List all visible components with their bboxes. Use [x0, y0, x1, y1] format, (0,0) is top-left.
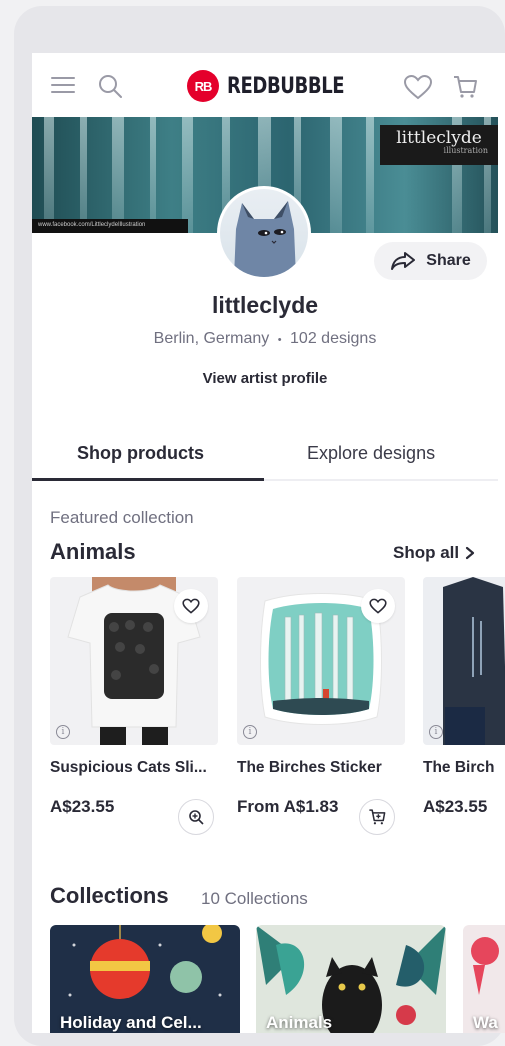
meta-separator: •	[277, 334, 282, 346]
info-icon[interactable]: i	[429, 725, 443, 739]
tab-explore-designs[interactable]: Explore designs	[307, 443, 435, 464]
share-button[interactable]: Share	[374, 242, 487, 280]
info-icon[interactable]: i	[243, 725, 257, 739]
collection-card[interactable]: Holiday and Cel...	[50, 925, 240, 1033]
collections-title: Collections	[50, 883, 169, 908]
banner-tag-title: littleclyde	[396, 128, 482, 148]
top-header: RB REDBUBBLE	[32, 53, 498, 117]
profile-tabs: Shop products Explore designs	[32, 431, 498, 481]
cat-avatar-image	[234, 201, 296, 277]
collection-card[interactable]: Animals	[256, 925, 446, 1033]
tab-shop-products[interactable]: Shop products	[77, 443, 204, 464]
logo-badge: RB	[187, 70, 219, 102]
logo-wordmark: REDBUBBLE	[227, 73, 345, 99]
product-image[interactable]: i	[423, 577, 505, 745]
artist-design-count: 102 designs	[290, 330, 377, 347]
artist-meta: Berlin, Germany • 102 designs	[32, 330, 498, 348]
product-card[interactable]: i Suspicious Cats Sli... A$23.55	[50, 577, 218, 835]
search-icon[interactable]	[96, 73, 124, 99]
banner-signature: littleclyde illustration	[380, 125, 498, 165]
artist-location: Berlin, Germany	[153, 330, 270, 347]
add-to-cart-icon[interactable]	[359, 799, 395, 835]
collection-label: Animals	[266, 1013, 333, 1032]
collection-card[interactable]: Wa	[463, 925, 505, 1033]
product-title[interactable]: The Birch	[423, 759, 505, 777]
info-icon[interactable]: i	[56, 725, 70, 739]
featured-collection-title: Animals	[50, 539, 136, 564]
artist-name: littleclyde	[211, 292, 319, 318]
product-price: A$23.55	[423, 797, 488, 816]
product-image[interactable]: i	[237, 577, 405, 745]
chevron-right-icon	[466, 546, 475, 560]
collection-label: Wa	[473, 1013, 498, 1032]
shop-all-link[interactable]: Shop all	[393, 543, 475, 563]
featured-collection-label: Featured collection	[50, 508, 194, 527]
active-tab-indicator	[32, 478, 264, 481]
collection-label: Holiday and Cel...	[60, 1013, 202, 1032]
favorite-heart-icon[interactable]	[174, 589, 208, 623]
product-card[interactable]: i The Birches Sticker From A$1.83	[237, 577, 405, 835]
product-title[interactable]: Suspicious Cats Sli...	[50, 759, 218, 777]
favorite-heart-icon[interactable]	[361, 589, 395, 623]
artist-avatar[interactable]	[217, 186, 311, 280]
wishlist-heart-icon[interactable]	[402, 73, 434, 101]
app-screen: RB REDBUBBLE littleclyde illustration ww…	[32, 53, 505, 1033]
cart-icon[interactable]	[450, 73, 480, 101]
share-icon	[391, 252, 416, 270]
product-title[interactable]: The Birches Sticker	[237, 759, 405, 777]
redbubble-logo[interactable]: RB REDBUBBLE	[187, 70, 370, 102]
zoom-in-icon[interactable]	[178, 799, 214, 835]
banner-url: www.facebook.com/LittleclydeIllustration	[32, 219, 188, 233]
product-image[interactable]: i	[50, 577, 218, 745]
product-card[interactable]: i The Birch A$23.55	[423, 577, 505, 817]
menu-icon[interactable]	[50, 73, 76, 97]
collections-count: 10 Collections	[201, 889, 308, 908]
view-artist-profile-link[interactable]: View artist profile	[32, 370, 498, 387]
shop-all-label: Shop all	[393, 543, 460, 562]
share-label: Share	[426, 252, 471, 269]
